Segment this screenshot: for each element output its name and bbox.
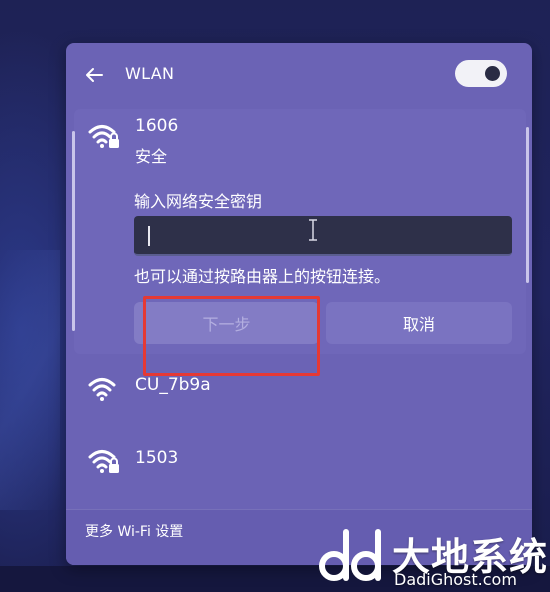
logo-dd-icon <box>319 529 381 581</box>
list-scroll-indicator <box>72 131 75 331</box>
watermark-domain: DadiGhost.com <box>394 570 517 589</box>
text-cursor-icon <box>309 219 317 241</box>
wallpaper-streak <box>0 250 60 510</box>
network-status: 安全 <box>135 147 168 166</box>
wlan-flyout: WLAN 1606 安全 输入网络安全密钥 也可以通过按路由器上的按钮连接。 下… <box>66 43 532 565</box>
password-label: 输入网络安全密钥 <box>134 192 263 211</box>
wifi-secured-icon <box>88 450 119 473</box>
next-button[interactable]: 下一步 <box>134 302 319 344</box>
password-input[interactable] <box>134 216 512 256</box>
network-item[interactable]: CU_7b9a <box>74 359 526 423</box>
network-item[interactable]: 1503 <box>74 431 526 495</box>
router-button-hint: 也可以通过按路由器上的按钮连接。 <box>134 267 391 286</box>
back-button[interactable] <box>80 61 108 89</box>
text-caret <box>148 226 150 246</box>
arrow-left-icon <box>86 68 103 82</box>
flyout-header: WLAN <box>66 43 532 107</box>
toggle-knob <box>485 66 500 81</box>
wifi-secured-icon <box>88 125 119 148</box>
more-wifi-settings-link[interactable]: 更多 Wi-Fi 设置 <box>85 521 183 541</box>
wifi-icon <box>88 378 116 401</box>
wifi-toggle[interactable] <box>455 60 507 87</box>
network-name: 1503 <box>135 448 179 468</box>
scrollbar[interactable] <box>526 127 529 283</box>
page-title: WLAN <box>125 64 175 83</box>
network-name: CU_7b9a <box>135 375 211 395</box>
watermark: 大地系统 DadiGhost.com <box>318 524 550 592</box>
network-name: 1606 <box>135 116 179 136</box>
cancel-button[interactable]: 取消 <box>326 302 512 344</box>
